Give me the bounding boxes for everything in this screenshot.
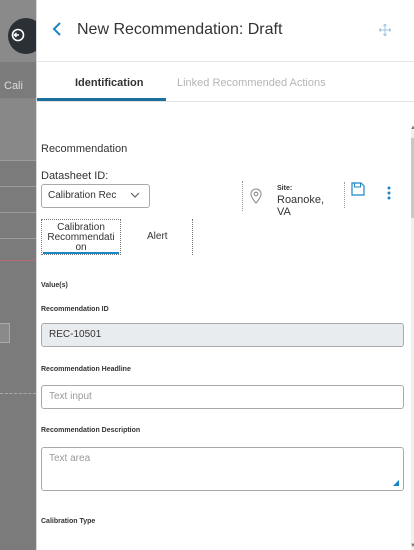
recommendation-panel: New Recommendation: Draft Identification… bbox=[36, 0, 414, 550]
active-tab-indicator bbox=[37, 98, 166, 101]
exit-icon bbox=[11, 28, 25, 42]
back-button[interactable] bbox=[51, 20, 69, 42]
background-divider bbox=[0, 260, 36, 261]
panel-header: New Recommendation: Draft bbox=[37, 0, 414, 62]
location-pin-icon bbox=[250, 188, 262, 204]
save-icon bbox=[351, 182, 365, 196]
background-app: Cali bbox=[0, 0, 44, 550]
background-divider bbox=[0, 238, 36, 239]
subtab-bar: Calibration Recommendati on Alert bbox=[37, 219, 414, 257]
tab-identification[interactable]: Identification bbox=[75, 77, 143, 89]
rec-id-label: Recommendation ID bbox=[41, 306, 109, 313]
background-divider bbox=[0, 212, 36, 213]
chevron-down-icon bbox=[129, 189, 141, 204]
resize-handle-icon[interactable]: ◢ bbox=[393, 478, 399, 487]
description-placeholder: Text area bbox=[49, 453, 91, 464]
calibration-type-label: Calibration Type bbox=[41, 518, 96, 525]
section-title: Recommendation bbox=[41, 143, 128, 155]
subtab-divider bbox=[192, 219, 193, 255]
datasheet-select[interactable]: Calibration Rec bbox=[41, 184, 150, 208]
tab-linked-recommended-actions[interactable]: Linked Recommended Actions bbox=[177, 77, 326, 89]
site-value: Roanoke, VA bbox=[277, 194, 325, 218]
datasheet-select-value: Calibration Rec bbox=[48, 190, 117, 201]
description-textarea[interactable]: Text area ◢ bbox=[41, 447, 404, 491]
active-subtab-indicator bbox=[43, 252, 119, 254]
background-band bbox=[0, 98, 36, 160]
datasheet-label: Datasheet ID: bbox=[41, 170, 109, 182]
subtab-calibration-recommendation[interactable]: Calibration Recommendati on bbox=[41, 219, 121, 255]
chevron-left-icon bbox=[52, 22, 61, 36]
background-divider bbox=[0, 393, 36, 394]
background-divider bbox=[0, 186, 36, 187]
tab-bar: Identification Linked Recommended Action… bbox=[37, 62, 414, 102]
subtab-label: Calibration Recommendati on bbox=[47, 222, 115, 253]
site-info: Site: Roanoke, VA bbox=[242, 181, 332, 218]
scroll-down-icon[interactable]: ▼ bbox=[410, 543, 414, 549]
save-button[interactable] bbox=[344, 182, 370, 208]
headline-input[interactable]: Text input bbox=[41, 385, 404, 409]
rec-id-field: REC-10501 bbox=[41, 323, 404, 347]
background-tab-text: Cali bbox=[4, 80, 23, 92]
site-label: Site: bbox=[277, 185, 293, 192]
background-box bbox=[0, 323, 10, 343]
subtab-alert[interactable]: Alert bbox=[147, 231, 168, 242]
headline-label: Recommendation Headline bbox=[41, 366, 131, 373]
move-icon[interactable] bbox=[378, 23, 392, 39]
description-label: Recommendation Description bbox=[41, 427, 141, 434]
more-options-icon[interactable] bbox=[387, 186, 391, 203]
background-divider bbox=[0, 160, 36, 161]
values-label: Value(s) bbox=[41, 282, 68, 289]
page-title: New Recommendation: Draft bbox=[77, 21, 283, 38]
